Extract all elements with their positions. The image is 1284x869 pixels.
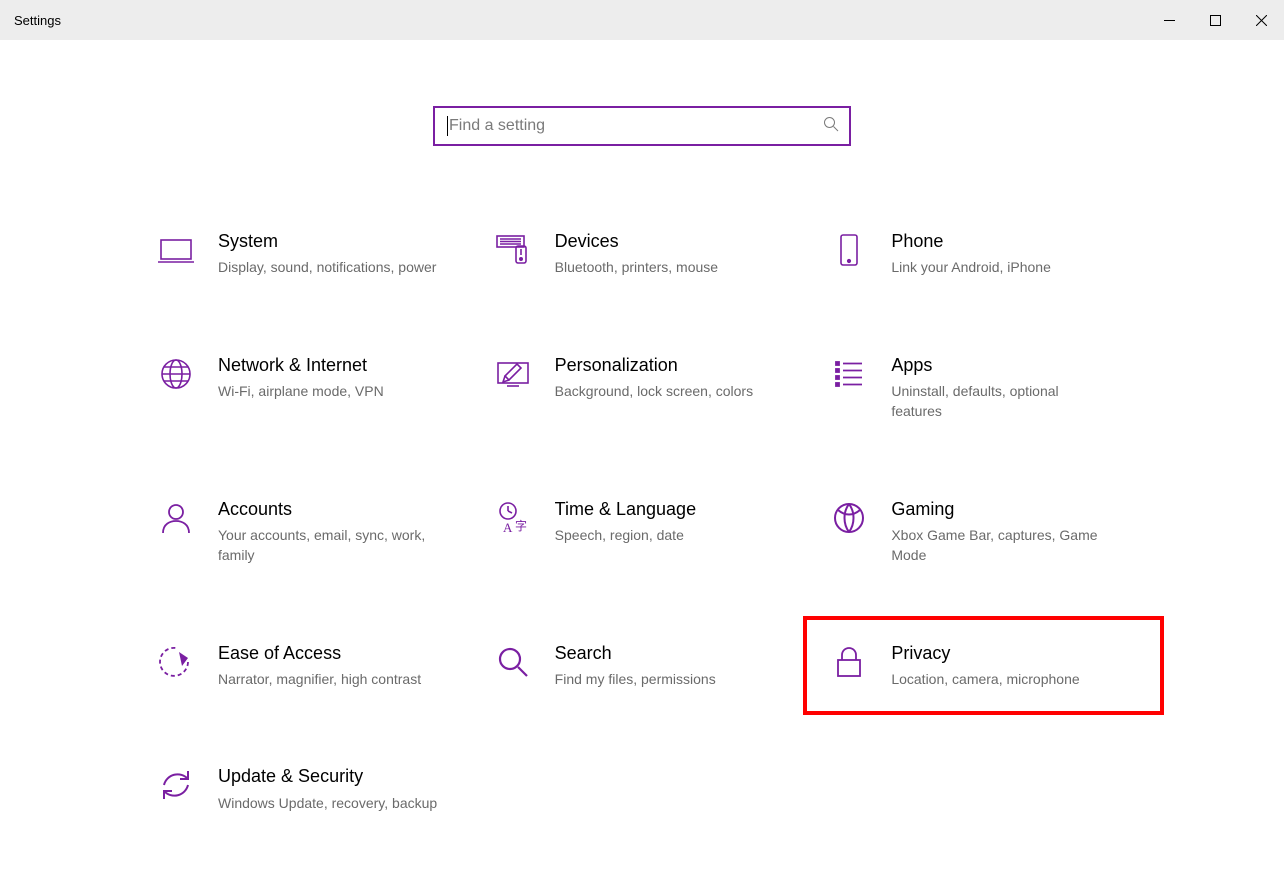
settings-grid: System Display, sound, notifications, po… — [142, 226, 1142, 817]
tile-desc: Link your Android, iPhone — [891, 257, 1051, 277]
tile-title: Time & Language — [555, 498, 696, 521]
tile-text: Network & Internet Wi-Fi, airplane mode,… — [218, 354, 384, 402]
tile-desc: Your accounts, email, sync, work, family — [218, 525, 438, 566]
tile-title: Network & Internet — [218, 354, 384, 377]
tile-text: Personalization Background, lock screen,… — [555, 354, 753, 402]
category-search[interactable]: Search Find my files, permissions — [489, 638, 806, 694]
tile-title: Ease of Access — [218, 642, 421, 665]
tile-text: Phone Link your Android, iPhone — [891, 230, 1051, 278]
tile-desc: Narrator, magnifier, high contrast — [218, 669, 421, 689]
tile-title: Search — [555, 642, 716, 665]
category-network[interactable]: Network & Internet Wi-Fi, airplane mode,… — [152, 350, 469, 426]
category-accounts[interactable]: Accounts Your accounts, email, sync, wor… — [152, 494, 469, 570]
category-apps[interactable]: Apps Uninstall, defaults, optional featu… — [825, 350, 1142, 426]
tile-text: Time & Language Speech, region, date — [555, 498, 696, 546]
gaming-icon — [829, 498, 869, 538]
ease-of-access-icon — [156, 642, 196, 682]
personalization-icon — [493, 354, 533, 394]
category-time-language[interactable]: A 字 Time & Language Speech, region, date — [489, 494, 806, 570]
time-language-icon: A 字 — [493, 498, 533, 538]
search-category-icon — [493, 642, 533, 682]
tile-text: Accounts Your accounts, email, sync, wor… — [218, 498, 438, 566]
tile-desc: Xbox Game Bar, captures, Game Mode — [891, 525, 1111, 566]
titlebar: Settings — [0, 0, 1284, 40]
tile-desc: Windows Update, recovery, backup — [218, 793, 437, 813]
tile-desc: Display, sound, notifications, power — [218, 257, 436, 277]
tile-title: System — [218, 230, 436, 253]
tile-text: Search Find my files, permissions — [555, 642, 716, 690]
category-ease-of-access[interactable]: Ease of Access Narrator, magnifier, high… — [152, 638, 469, 694]
tile-text: Apps Uninstall, defaults, optional featu… — [891, 354, 1111, 422]
tile-text: Gaming Xbox Game Bar, captures, Game Mod… — [891, 498, 1111, 566]
globe-icon — [156, 354, 196, 394]
tile-desc: Find my files, permissions — [555, 669, 716, 689]
lock-icon — [829, 642, 869, 682]
search-container — [0, 106, 1284, 146]
window-controls — [1146, 0, 1284, 40]
devices-icon — [493, 230, 533, 270]
tile-desc: Location, camera, microphone — [891, 669, 1079, 689]
tile-desc: Wi-Fi, airplane mode, VPN — [218, 381, 384, 401]
tile-title: Phone — [891, 230, 1051, 253]
category-personalization[interactable]: Personalization Background, lock screen,… — [489, 350, 806, 426]
svg-text:A: A — [503, 520, 513, 535]
phone-icon — [829, 230, 869, 270]
close-button[interactable] — [1238, 0, 1284, 40]
accounts-icon — [156, 498, 196, 538]
tile-text: Update & Security Windows Update, recove… — [218, 765, 437, 813]
category-devices[interactable]: Devices Bluetooth, printers, mouse — [489, 226, 806, 282]
tile-text: Ease of Access Narrator, magnifier, high… — [218, 642, 421, 690]
tile-title: Devices — [555, 230, 718, 253]
category-update-security[interactable]: Update & Security Windows Update, recove… — [152, 761, 469, 817]
window-title: Settings — [14, 13, 61, 28]
tile-title: Privacy — [891, 642, 1079, 665]
system-icon — [156, 230, 196, 270]
tile-title: Gaming — [891, 498, 1111, 521]
category-system[interactable]: System Display, sound, notifications, po… — [152, 226, 469, 282]
tile-title: Personalization — [555, 354, 753, 377]
tile-text: System Display, sound, notifications, po… — [218, 230, 436, 278]
svg-text:字: 字 — [515, 518, 527, 533]
category-privacy[interactable]: Privacy Location, camera, microphone — [825, 638, 1142, 694]
tile-text: Privacy Location, camera, microphone — [891, 642, 1079, 690]
text-caret — [447, 116, 448, 136]
tile-title: Update & Security — [218, 765, 437, 788]
update-icon — [156, 765, 196, 805]
tile-desc: Speech, region, date — [555, 525, 696, 545]
apps-icon — [829, 354, 869, 394]
category-gaming[interactable]: Gaming Xbox Game Bar, captures, Game Mod… — [825, 494, 1142, 570]
minimize-button[interactable] — [1146, 0, 1192, 40]
tile-desc: Background, lock screen, colors — [555, 381, 753, 401]
tile-desc: Bluetooth, printers, mouse — [555, 257, 718, 277]
tile-title: Apps — [891, 354, 1111, 377]
search-icon — [823, 116, 839, 137]
search-box[interactable] — [433, 106, 851, 146]
tile-desc: Uninstall, defaults, optional features — [891, 381, 1111, 422]
tile-text: Devices Bluetooth, printers, mouse — [555, 230, 718, 278]
maximize-button[interactable] — [1192, 0, 1238, 40]
search-input[interactable] — [447, 116, 823, 136]
category-phone[interactable]: Phone Link your Android, iPhone — [825, 226, 1142, 282]
tile-title: Accounts — [218, 498, 438, 521]
